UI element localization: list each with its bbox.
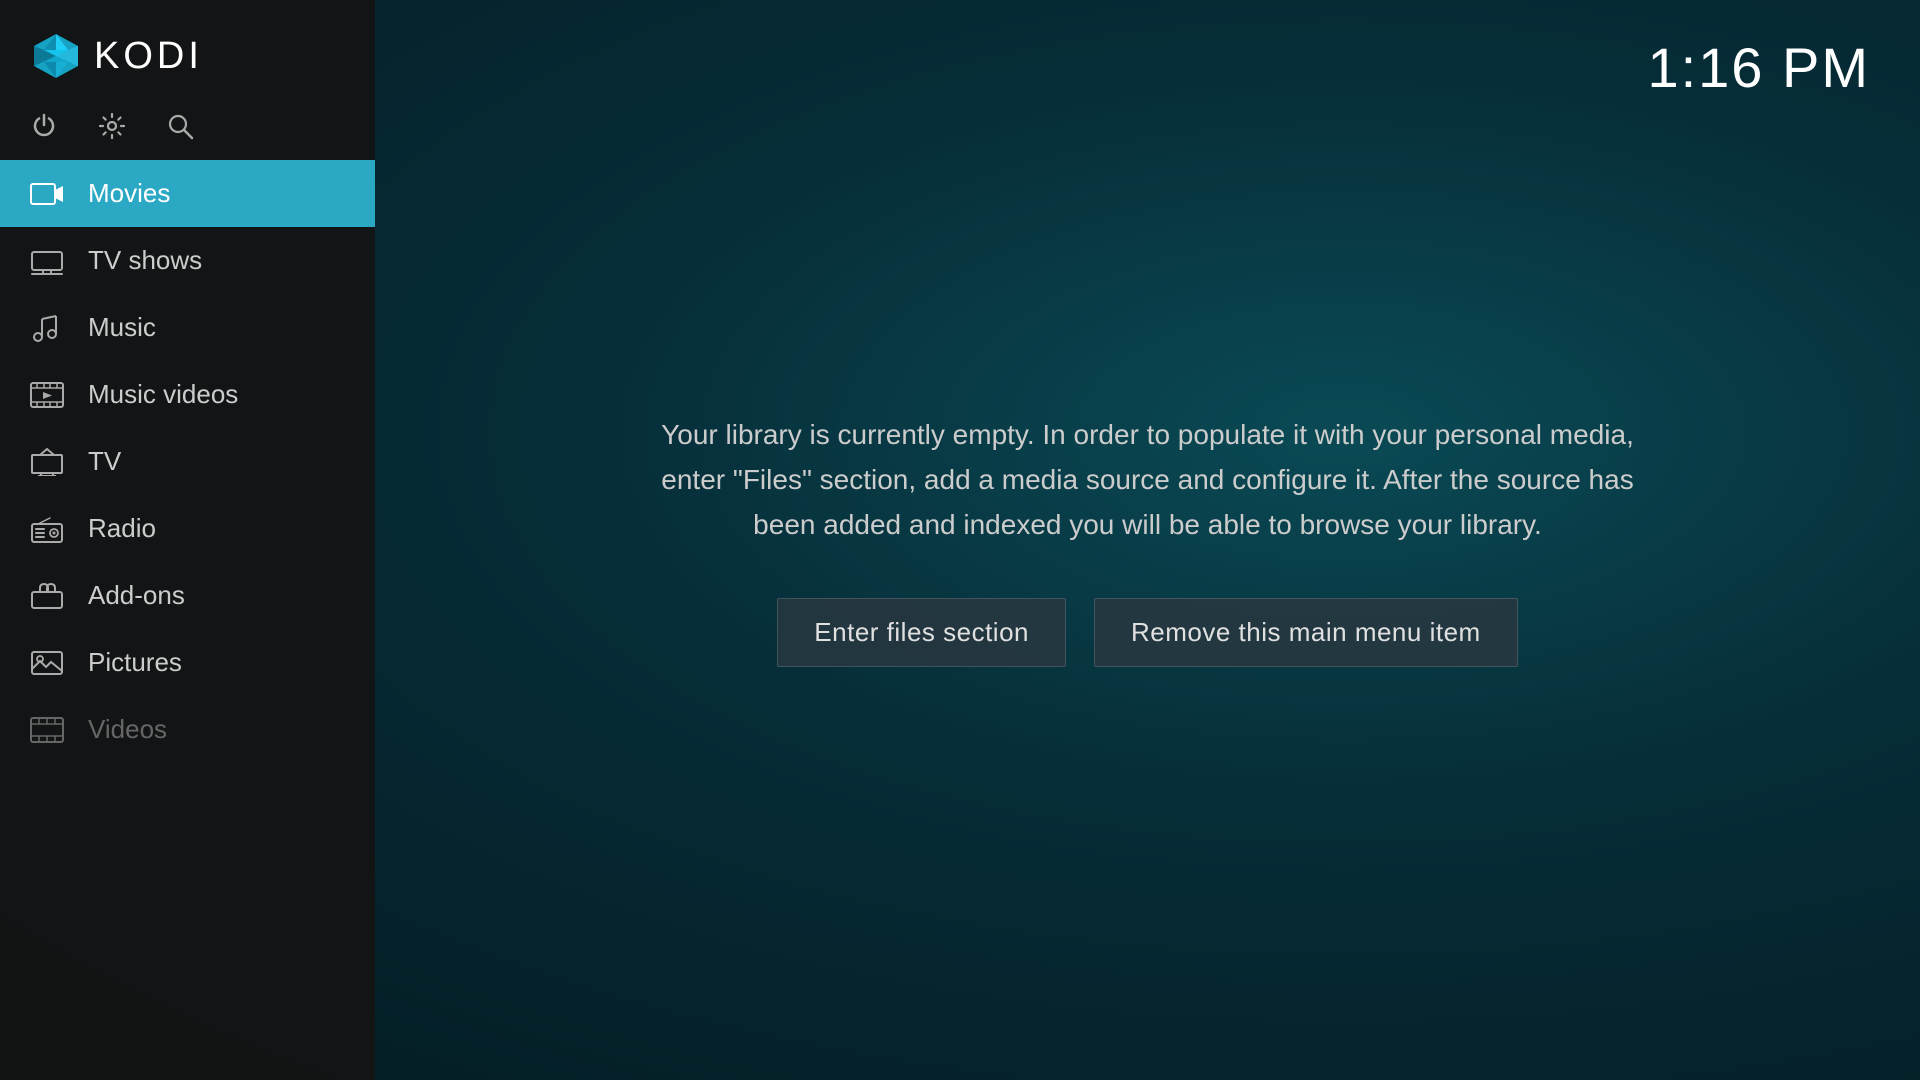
time-display: 1:16 PM [1647,35,1870,100]
sidebar-item-music[interactable]: Music [0,294,375,361]
empty-library-message: Your library is currently empty. In orde… [658,413,1638,547]
addons-icon [30,582,66,610]
pictures-label: Pictures [88,647,182,678]
videos-label: Videos [88,714,167,745]
sidebar-header: KODI [0,0,375,102]
movies-label: Movies [88,178,170,209]
videos-icon [30,716,66,744]
enter-files-section-button[interactable]: Enter files section [777,598,1066,667]
music-videos-icon [30,381,66,409]
sidebar-item-pictures[interactable]: Pictures [0,629,375,696]
kodi-logo-icon [30,30,82,82]
sidebar-item-videos[interactable]: Videos [0,696,375,763]
search-button[interactable] [166,112,194,140]
sidebar-item-music-videos[interactable]: Music videos [0,361,375,428]
content-area: Your library is currently empty. In orde… [375,0,1920,1080]
sidebar-item-add-ons[interactable]: Add-ons [0,562,375,629]
power-button[interactable] [30,112,58,140]
sidebar-nav: Movies TV shows [0,160,375,1080]
sidebar-item-radio[interactable]: Radio [0,495,375,562]
remove-menu-item-button[interactable]: Remove this main menu item [1094,598,1518,667]
music-icon [30,313,66,343]
tv-shows-label: TV shows [88,245,202,276]
app-title: KODI [94,35,203,78]
tv-label: TV [88,446,121,477]
sidebar-item-tv-shows[interactable]: TV shows [0,227,375,294]
main-content: 1:16 PM Your library is currently empty.… [375,0,1920,1080]
tv-icon [30,448,66,476]
pictures-icon [30,649,66,677]
tv-shows-icon [30,247,66,275]
sidebar-item-tv[interactable]: TV [0,428,375,495]
settings-button[interactable] [98,112,126,140]
movies-icon [30,180,66,208]
music-label: Music [88,312,156,343]
addons-label: Add-ons [88,580,185,611]
music-videos-label: Music videos [88,379,238,410]
radio-label: Radio [88,513,156,544]
action-buttons: Enter files section Remove this main men… [777,598,1517,667]
sidebar-item-movies[interactable]: Movies [0,160,375,227]
radio-icon [30,515,66,543]
sidebar: KODI [0,0,375,1080]
sidebar-controls [0,102,375,160]
